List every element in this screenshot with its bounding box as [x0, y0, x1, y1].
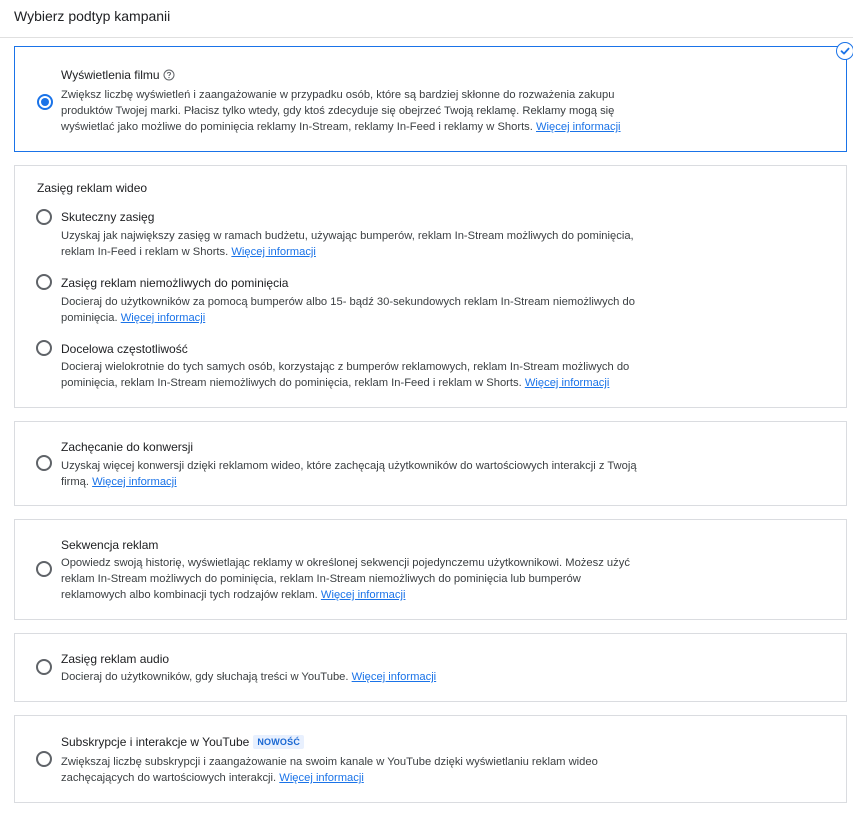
option-desc-audio: Docieraj do użytkowników, gdy słuchają t… [61, 671, 437, 683]
learn-more-link[interactable]: Więcej informacji [525, 377, 610, 389]
radio-subscriptions[interactable] [36, 751, 52, 767]
learn-more-link[interactable]: Więcej informacji [92, 476, 177, 488]
option-title-efficient-reach: Skuteczny zasięg [61, 210, 155, 224]
radio-frequency[interactable] [36, 340, 52, 356]
option-title-views: Wyświetlenia filmu [61, 68, 175, 84]
learn-more-link[interactable]: Więcej informacji [321, 589, 406, 601]
radio-audio[interactable] [36, 659, 52, 675]
option-card-audio[interactable] [14, 633, 847, 702]
option-desc-sequence: Opowiedz swoją historię, wyświetlając re… [61, 557, 630, 601]
option-title-views-label: Wyświetlenia filmu [61, 68, 160, 82]
title-divider [0, 37, 853, 38]
page-title: Wybierz podtyp kampanii [14, 8, 171, 24]
option-title-conversions: Zachęcanie do konwersji [61, 440, 194, 454]
learn-more-link[interactable]: Więcej informacji [352, 671, 437, 683]
option-title-frequency: Docelowa częstotliwość [61, 342, 188, 356]
radio-conversions[interactable] [36, 455, 52, 471]
new-badge: NOWOŚĆ [253, 735, 305, 749]
learn-more-link[interactable]: Więcej informacji [536, 121, 621, 133]
option-desc-non-skippable: Docieraj do użytkowników za pomocą bumpe… [61, 296, 635, 324]
option-desc-efficient-reach: Uzyskaj jak największy zasięg w ramach b… [61, 230, 634, 258]
radio-views[interactable] [37, 94, 53, 110]
learn-more-link[interactable]: Więcej informacji [121, 312, 206, 324]
option-desc-conversions: Uzyskaj więcej konwersji dzięki reklamom… [61, 460, 637, 488]
option-desc-subscriptions: Zwiększaj liczbę subskrypcji i zaangażow… [61, 756, 598, 784]
option-title-audio: Zasięg reklam audio [61, 652, 170, 666]
option-title-sequence: Sekwencja reklam [61, 538, 159, 552]
help-circle-icon[interactable] [163, 69, 175, 84]
group-title-reach: Zasięg reklam wideo [37, 181, 148, 195]
learn-more-link[interactable]: Więcej informacji [279, 772, 364, 784]
radio-non-skippable[interactable] [36, 274, 52, 290]
radio-sequence[interactable] [36, 561, 52, 577]
option-title-subscriptions: Subskrypcje i interakcje w YouTube NOWOŚĆ [61, 735, 305, 749]
option-desc-views: Zwiększ liczbę wyświetleń i zaangażowani… [61, 89, 621, 133]
option-title-non-skippable: Zasięg reklam niemożliwych do pominięcia [61, 276, 289, 290]
check-circle-icon [836, 42, 853, 60]
option-title-subscriptions-label: Subskrypcje i interakcje w YouTube [61, 735, 250, 749]
option-desc-frequency: Docieraj wielokrotnie do tych samych osó… [61, 361, 630, 389]
learn-more-link[interactable]: Więcej informacji [231, 246, 316, 258]
radio-efficient-reach[interactable] [36, 209, 52, 225]
